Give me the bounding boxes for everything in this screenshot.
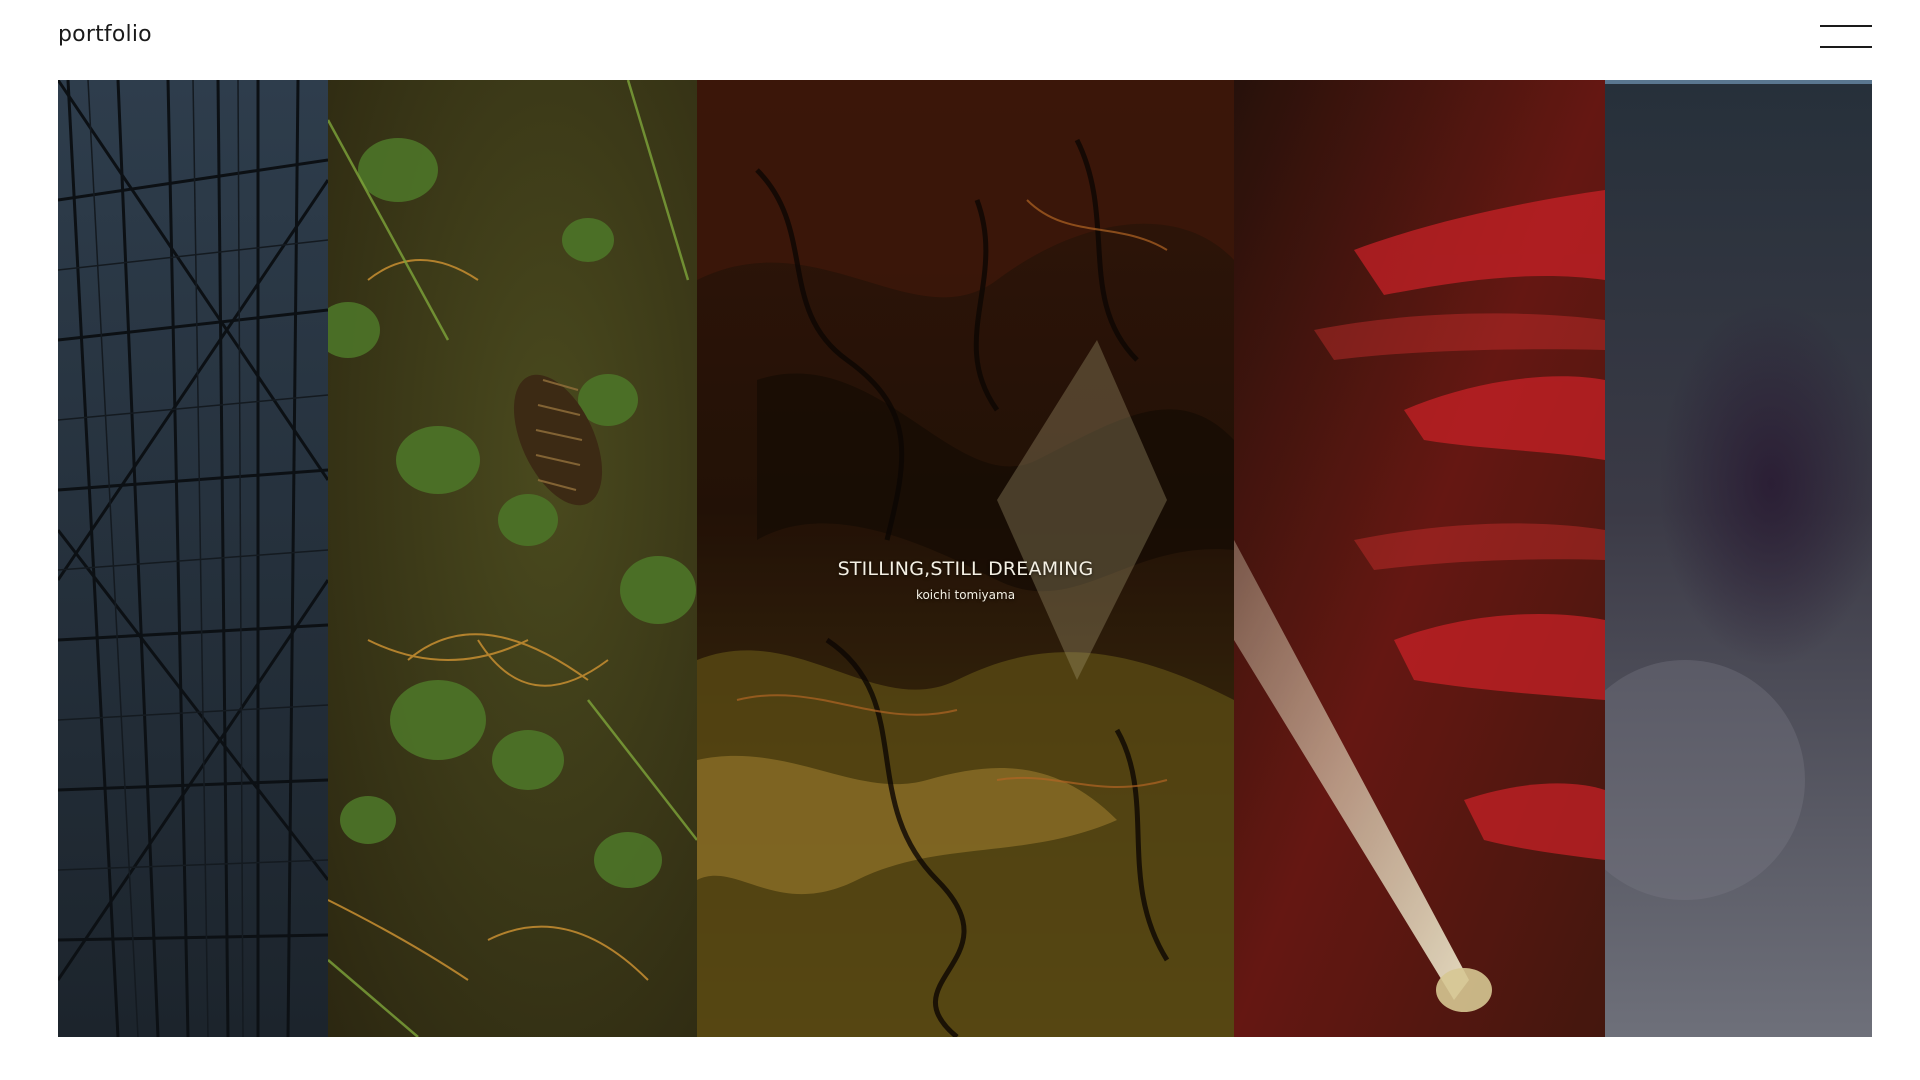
menu-line-top (1820, 25, 1872, 27)
hamburger-menu-icon[interactable] (1820, 22, 1872, 50)
work-image-5 (1605, 80, 1872, 1037)
work-panel-4[interactable] (1234, 80, 1605, 1037)
work-image-4 (1234, 80, 1605, 1037)
work-panel-2[interactable] (328, 80, 697, 1037)
work-image-1 (58, 80, 328, 1037)
menu-line-bottom (1820, 46, 1872, 48)
work-panel-1[interactable] (58, 80, 328, 1037)
work-image-2 (328, 80, 697, 1037)
site-logo[interactable]: portfolio (58, 22, 152, 47)
work-panel-featured[interactable]: STILLING,STILL DREAMING koichi tomiyama (697, 80, 1234, 1037)
work-image-3 (697, 80, 1234, 1037)
site-header: portfolio (0, 0, 1920, 80)
work-gallery: STILLING,STILL DREAMING koichi tomiyama (58, 80, 1872, 1037)
work-panel-5[interactable] (1605, 80, 1872, 1037)
